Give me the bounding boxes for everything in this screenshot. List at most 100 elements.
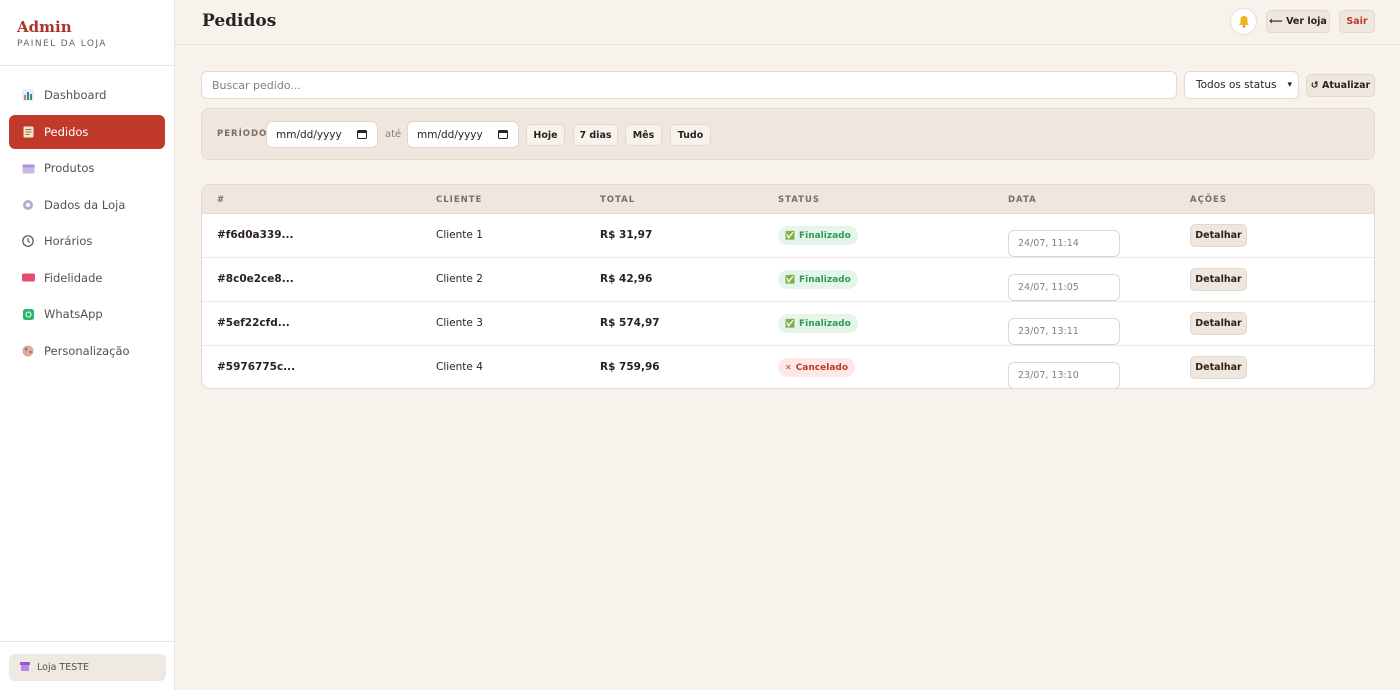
check-icon: ✅ — [785, 319, 795, 328]
clock-icon — [21, 234, 35, 248]
sidebar-item-label: Dashboard — [44, 88, 107, 102]
page-title: Pedidos — [202, 11, 277, 31]
order-total: R$ 759,96 — [600, 361, 660, 373]
column-header-total: TOTAL — [600, 195, 636, 205]
status-text: Finalizado — [798, 230, 851, 241]
column-header-data: DATA — [1008, 195, 1037, 205]
sidebar-item-label: Produtos — [44, 161, 95, 175]
status-text: Finalizado — [798, 318, 851, 329]
notification-bell-icon[interactable] — [1230, 8, 1257, 35]
box-icon — [21, 161, 35, 175]
table-row[interactable]: #5976775c... Cliente 4 R$ 759,96 ✕ Cancel… — [202, 346, 1374, 388]
order-cliente: Cliente 2 — [436, 273, 483, 285]
order-date: 23/07, 13:10 — [1008, 362, 1120, 388]
date-from-value: mm/dd/yyyy — [276, 128, 342, 141]
sidebar-item-dashboard[interactable]: Dashboard — [9, 78, 165, 112]
order-id: #f6d0a339... — [217, 229, 294, 241]
order-id: #8c0e2ce8... — [217, 273, 294, 285]
sidebar-item-label: Dados da Loja — [44, 197, 126, 212]
orders-table: # CLIENTE TOTAL STATUS DATA AÇÕES #f6d0a… — [201, 184, 1375, 389]
sidebar-item-produtos[interactable]: Produtos — [9, 151, 165, 185]
order-cliente: Cliente 4 — [436, 361, 483, 373]
gear-icon — [21, 198, 35, 212]
sidebar-item-horarios[interactable]: Horários — [9, 224, 165, 258]
status-select[interactable]: Todos os status ▾ — [1184, 71, 1299, 99]
periodo-label: PERÍODO — [217, 129, 268, 139]
ver-loja-button[interactable]: ⟵ Ver loja — [1266, 10, 1330, 33]
table-header: # CLIENTE TOTAL STATUS DATA AÇÕES — [202, 185, 1374, 214]
sidebar-item-personalizacao[interactable]: Personalização — [9, 334, 165, 368]
status-badge: ✅ Finalizado — [778, 270, 858, 289]
quick-filter-7-dias[interactable]: 7 dias — [573, 124, 618, 146]
order-date: 24/07, 11:14 — [1008, 230, 1120, 257]
status-text: Cancelado — [795, 362, 849, 373]
order-cliente: Cliente 1 — [436, 229, 483, 241]
sidebar-item-label: WhatsApp — [44, 307, 103, 321]
brand: Admin PAINEL DA LOJA — [0, 0, 174, 66]
sidebar-item-fidelidade[interactable]: Fidelidade — [9, 261, 165, 295]
brand-title: Admin — [17, 18, 72, 36]
calendar-icon[interactable] — [357, 129, 367, 142]
brand-subtitle: PAINEL DA LOJA — [17, 39, 107, 49]
status-badge: ✕ Cancelado — [778, 358, 856, 377]
store-chip[interactable]: Loja TESTE — [9, 654, 166, 681]
sidebar-item-label: Personalização — [44, 343, 130, 358]
order-id: #5976775c... — [217, 361, 296, 373]
sidebar-item-label: Fidelidade — [44, 270, 103, 285]
chevron-down-icon: ▾ — [1287, 80, 1292, 90]
status-select-value: Todos os status — [1196, 79, 1277, 91]
atualizar-button[interactable]: ↺ Atualizar — [1306, 74, 1375, 97]
date-to-input[interactable]: mm/dd/yyyy — [407, 121, 519, 148]
store-icon — [20, 661, 30, 674]
receipt-icon — [21, 125, 35, 139]
column-header-cliente: CLIENTE — [436, 195, 483, 205]
check-icon: ✅ — [785, 275, 795, 284]
ate-label: até — [385, 129, 402, 140]
sidebar-divider — [0, 641, 175, 642]
column-header-id: # — [217, 195, 226, 205]
status-badge: ✅ Finalizado — [778, 226, 858, 245]
sidebar-item-pedidos[interactable]: Pedidos — [9, 114, 165, 149]
quick-filter-tudo[interactable]: Tudo — [670, 124, 711, 146]
date-from-input[interactable]: mm/dd/yyyy — [266, 121, 378, 148]
table-row[interactable]: #5ef22cfd... Cliente 3 R$ 574,97 ✅ Finali… — [202, 302, 1374, 346]
bar-chart-icon — [21, 88, 35, 102]
detalhar-button[interactable]: Detalhar — [1190, 356, 1247, 379]
ticket-icon — [21, 271, 35, 285]
table-row[interactable]: #8c0e2ce8... Cliente 2 R$ 42,96 ✅ Finaliz… — [202, 258, 1374, 302]
period-filter: PERÍODO mm/dd/yyyy até mm/dd/yyyy Hoje 7… — [201, 108, 1375, 160]
status-text: Finalizado — [798, 274, 851, 285]
quick-filter-hoje[interactable]: Hoje — [526, 124, 565, 146]
sidebar: Admin PAINEL DA LOJA Dashboard Pedidos P… — [0, 0, 175, 690]
top-header: Pedidos ⟵ Ver loja Sair — [175, 0, 1400, 45]
sidebar-item-dados-da-loja[interactable]: Dados da Loja — [9, 188, 165, 222]
sidebar-item-label: Pedidos — [44, 124, 89, 139]
calendar-icon[interactable] — [498, 129, 508, 142]
column-header-status: STATUS — [778, 195, 821, 205]
order-total: R$ 574,97 — [600, 317, 660, 329]
order-total: R$ 31,97 — [600, 229, 653, 241]
palette-icon — [21, 344, 35, 358]
detalhar-button[interactable]: Detalhar — [1190, 268, 1247, 291]
order-date: 23/07, 13:11 — [1008, 318, 1120, 345]
sidebar-item-label: Horários — [44, 234, 93, 248]
order-cliente: Cliente 3 — [436, 317, 483, 329]
order-total: R$ 42,96 — [600, 273, 653, 285]
detalhar-button[interactable]: Detalhar — [1190, 312, 1247, 335]
date-to-value: mm/dd/yyyy — [417, 128, 483, 141]
detalhar-button[interactable]: Detalhar — [1190, 224, 1247, 247]
column-header-acoes: AÇÕES — [1190, 195, 1227, 205]
sidebar-nav: Dashboard Pedidos Produtos Dados da Loja… — [0, 66, 174, 368]
close-icon: ✕ — [785, 363, 792, 372]
search-input[interactable]: Buscar pedido... — [201, 71, 1177, 99]
quick-filter-mes[interactable]: Mês — [625, 124, 662, 146]
sidebar-item-whatsapp[interactable]: WhatsApp — [9, 297, 165, 331]
whatsapp-icon — [21, 307, 35, 321]
check-icon: ✅ — [785, 231, 795, 240]
order-id: #5ef22cfd... — [217, 317, 290, 329]
order-date: 24/07, 11:05 — [1008, 274, 1120, 301]
table-row[interactable]: #f6d0a339... Cliente 1 R$ 31,97 ✅ Finaliz… — [202, 214, 1374, 258]
status-badge: ✅ Finalizado — [778, 314, 858, 333]
sair-button[interactable]: Sair — [1339, 10, 1375, 33]
store-label: Loja TESTE — [37, 662, 90, 673]
